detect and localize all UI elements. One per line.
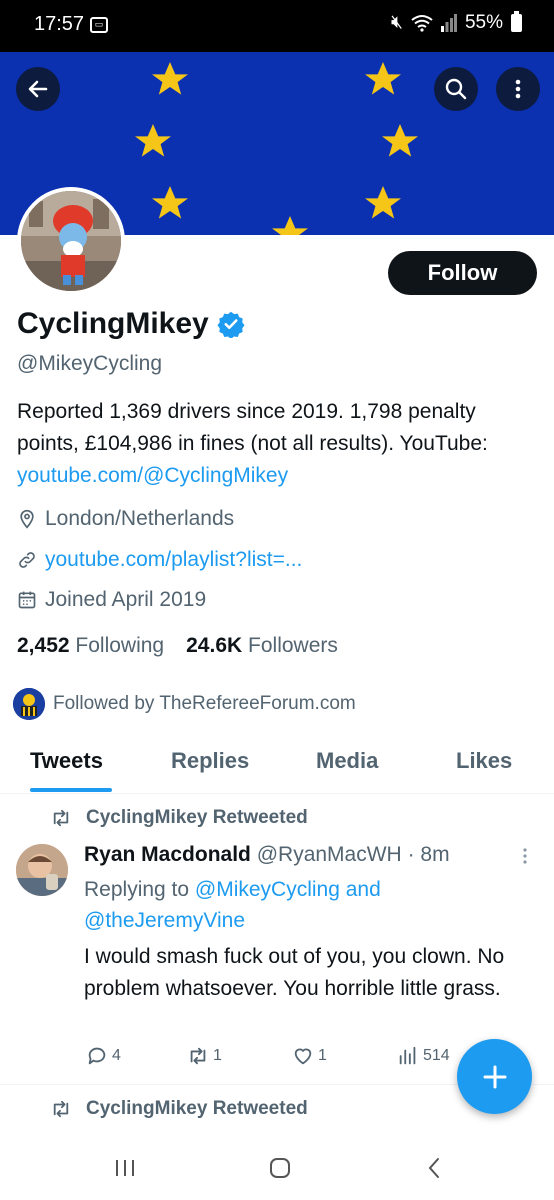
tab-replies[interactable]: Replies — [171, 748, 249, 774]
retweet-label: CyclingMikey Retweeted — [86, 807, 308, 828]
follower-avatar — [13, 688, 45, 720]
tab-likes[interactable]: Likes — [456, 748, 512, 774]
recent-apps-icon[interactable] — [114, 1157, 136, 1179]
location-text: London/Netherlands — [45, 507, 235, 530]
home-icon[interactable] — [268, 1156, 292, 1180]
avatar-image — [21, 191, 121, 291]
reply-action[interactable]: 4 — [86, 1045, 121, 1067]
reply-icon — [88, 1047, 106, 1065]
followers-label: Followers — [248, 634, 338, 657]
tweet-author-name[interactable]: Ryan Macdonald — [84, 843, 251, 866]
retweet-icon — [53, 1100, 69, 1118]
like-count: 1 — [318, 1047, 327, 1064]
replying-to-user-1[interactable]: @MikeyCycling — [195, 878, 340, 901]
location-pin-icon — [20, 509, 34, 529]
following-count: 2,452 — [17, 634, 70, 657]
following-link[interactable]: 2,452 Following — [17, 634, 164, 658]
follow-button[interactable]: Follow — [388, 251, 537, 295]
battery-percent: 55% — [464, 12, 503, 33]
arrow-left-icon — [28, 80, 48, 98]
views-action[interactable]: 514 — [397, 1045, 450, 1067]
follow-counts: 2,452 Following 24.6K Followers — [17, 634, 338, 658]
retweet-count: 1 — [213, 1047, 222, 1064]
android-nav-bar — [0, 1135, 554, 1200]
plus-icon — [483, 1065, 506, 1088]
more-vertical-icon — [515, 79, 521, 99]
replying-to: Replying to @MikeyCycling and @theJeremy… — [84, 874, 524, 936]
joined-row: Joined April 2019 — [17, 588, 206, 612]
replying-prefix: Replying to — [84, 878, 195, 901]
search-button[interactable] — [434, 67, 478, 111]
following-label: Following — [75, 634, 165, 657]
active-tab-indicator — [30, 788, 112, 792]
tweet-author-avatar[interactable] — [16, 844, 68, 896]
retweet-action-icon — [190, 1047, 206, 1065]
tweet-time: · 8m — [407, 843, 450, 866]
next-retweet-context[interactable]: CyclingMikey Retweeted — [50, 1098, 308, 1120]
profile-handle: @MikeyCycling — [17, 352, 163, 375]
mute-icon: 🔇︎ — [390, 12, 403, 33]
profile-tabs: Tweets Replies Media Likes — [0, 740, 554, 794]
retweet-icon — [53, 809, 69, 827]
profile-name: CyclingMikey — [17, 307, 209, 340]
replying-and: and — [339, 878, 381, 901]
status-bar: 17:57 ▭ 🔇︎ 55% — [0, 0, 554, 52]
retweet-action[interactable]: 1 — [187, 1045, 222, 1067]
bio-text: Reported 1,369 drivers since 2019. 1,798… — [17, 400, 488, 455]
tweet-text: I would smash fuck out of you, you clown… — [84, 945, 505, 1000]
status-right: 🔇︎ 55% — [390, 11, 522, 34]
reply-count: 4 — [112, 1047, 121, 1064]
tweet-header: Ryan Macdonald @RyanMacWH · 8m — [84, 843, 450, 867]
back-button[interactable] — [16, 67, 60, 111]
status-time: 17:57 — [34, 13, 85, 35]
joined-text: Joined April 2019 — [45, 588, 207, 611]
tab-tweets[interactable]: Tweets — [30, 748, 103, 774]
profile-avatar[interactable] — [17, 187, 125, 295]
back-nav-icon[interactable] — [425, 1156, 443, 1180]
verified-badge-icon[interactable] — [217, 310, 245, 338]
followers-count: 24.6K — [186, 634, 243, 657]
views-icon — [399, 1046, 416, 1065]
like-action[interactable]: 1 — [292, 1045, 327, 1067]
wifi-icon — [411, 15, 433, 32]
notification-icon: ▭ — [90, 17, 108, 33]
compose-tweet-button[interactable] — [457, 1039, 532, 1114]
link-icon — [19, 552, 35, 568]
followed-by-row[interactable]: Followed by TheRefereeForum.com — [13, 688, 356, 720]
tab-media[interactable]: Media — [316, 748, 378, 774]
views-count: 514 — [423, 1047, 450, 1064]
battery-icon — [511, 11, 522, 32]
next-retweet-label: CyclingMikey Retweeted — [86, 1098, 308, 1119]
calendar-icon — [18, 591, 36, 609]
followers-link[interactable]: 24.6K Followers — [186, 634, 338, 658]
tweet-author-handle[interactable]: @RyanMacWH — [257, 843, 402, 866]
website-row: youtube.com/playlist?list=... — [17, 548, 302, 572]
followed-by-text: Followed by TheRefereeForum.com — [53, 693, 356, 714]
retweet-context[interactable]: CyclingMikey Retweeted — [50, 807, 308, 829]
website-link[interactable]: youtube.com/playlist?list=... — [45, 548, 302, 572]
bio-link[interactable]: youtube.com/@CyclingMikey — [17, 464, 288, 487]
replying-to-user-2[interactable]: @theJeremyVine — [84, 909, 245, 932]
location-row: London/Netherlands — [17, 507, 234, 531]
signal-icon — [440, 14, 457, 32]
profile-name-row: CyclingMikey — [17, 307, 245, 341]
more-options-button[interactable] — [496, 67, 540, 111]
search-icon — [445, 78, 467, 100]
tweet-more-icon[interactable] — [520, 846, 530, 866]
profile-bio: Reported 1,369 drivers since 2019. 1,798… — [17, 396, 542, 492]
heart-icon — [294, 1048, 312, 1065]
